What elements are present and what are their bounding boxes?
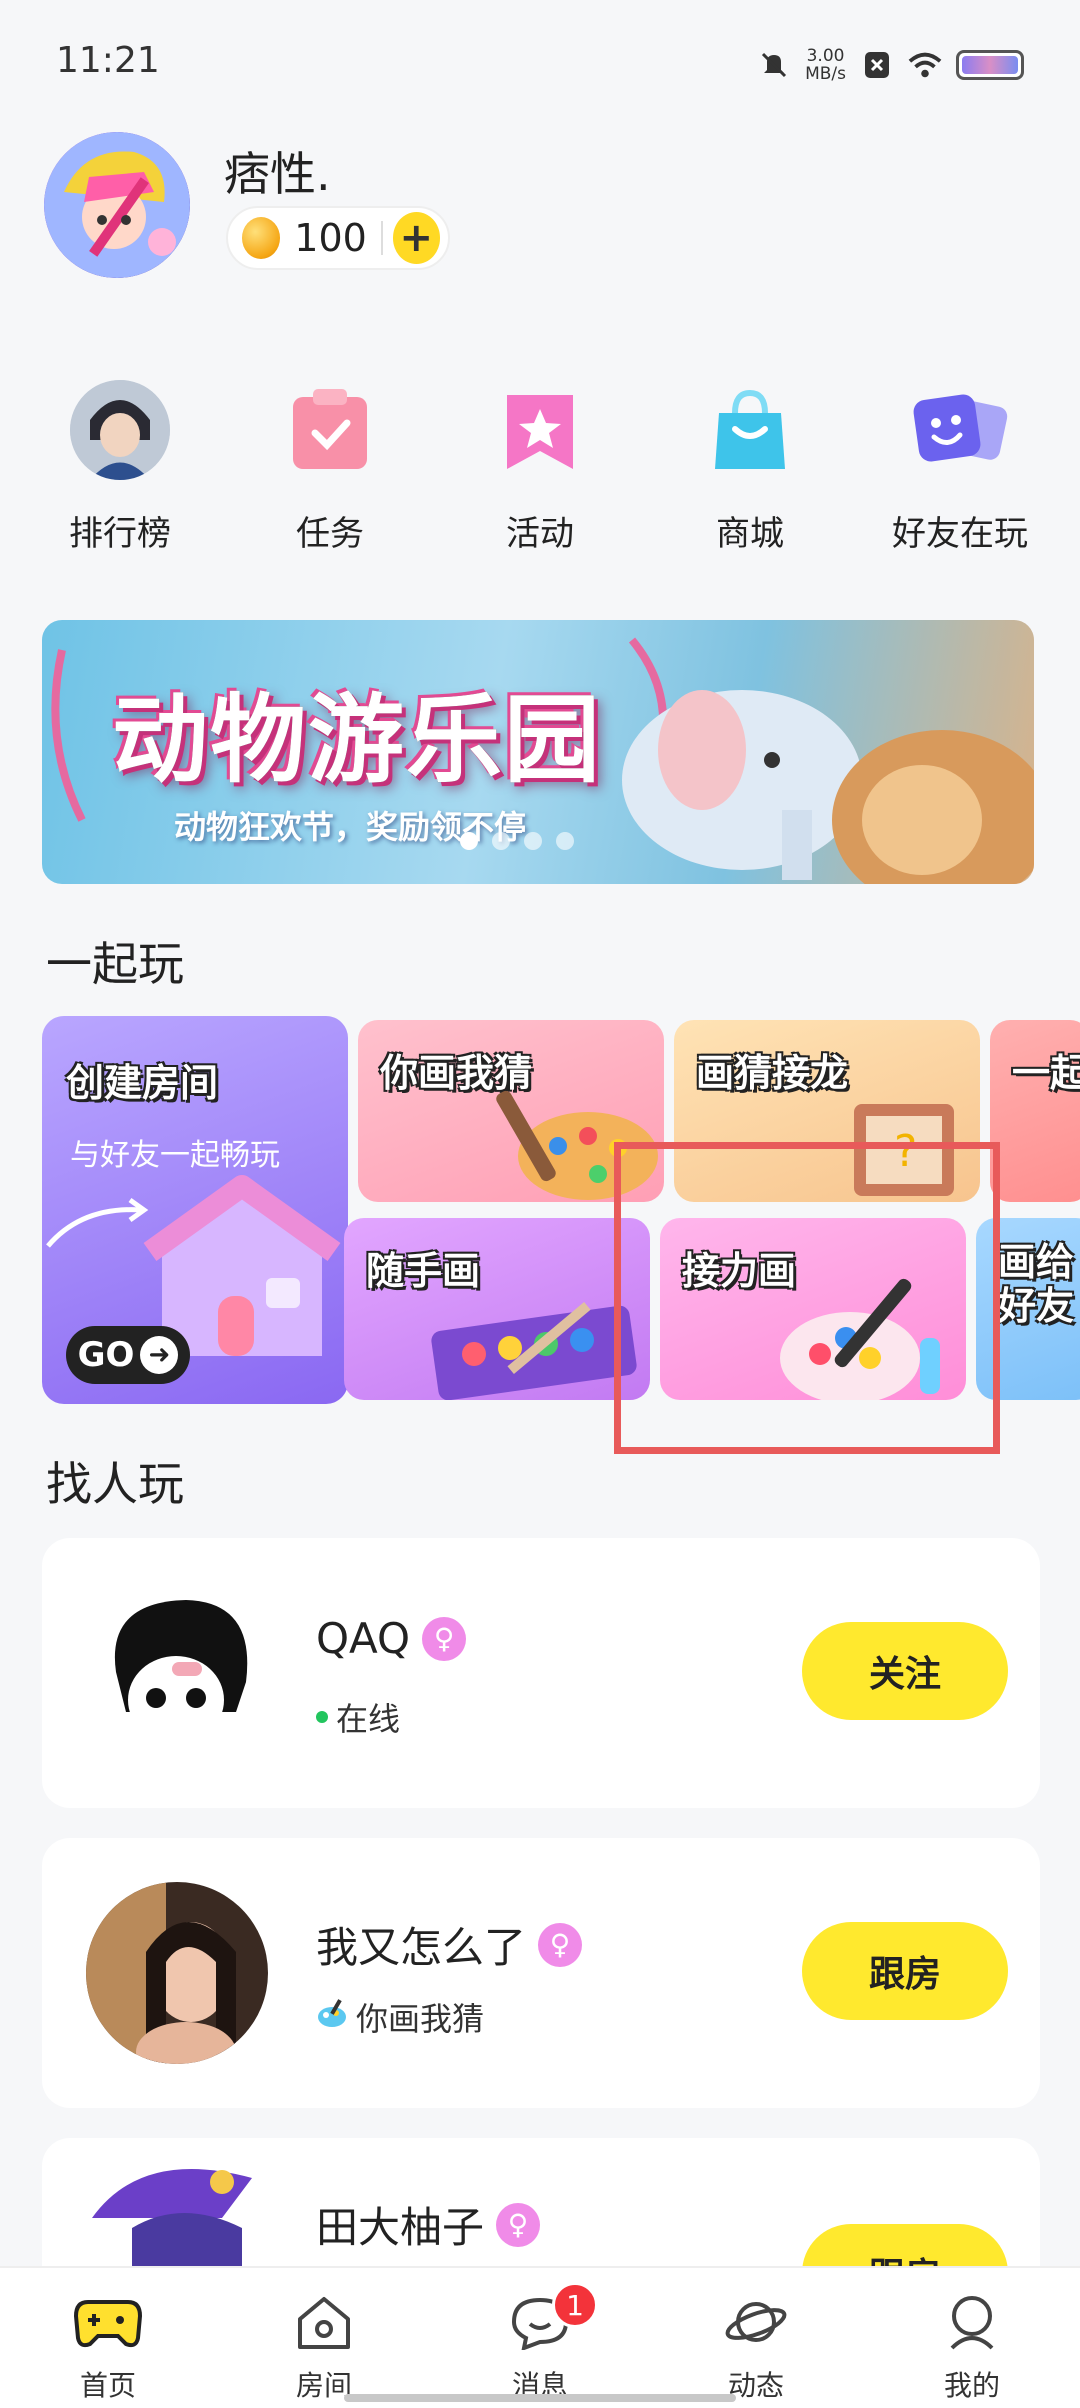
- game-card-together[interactable]: 一起: [990, 1020, 1080, 1202]
- status-time: 11:21: [56, 40, 160, 81]
- shop-icon: [700, 380, 800, 480]
- banner-title: 动物游乐园: [112, 684, 602, 796]
- nav-label: 首页: [79, 2369, 136, 2402]
- pagination-dot: [524, 832, 542, 850]
- create-room-title: 创建房间: [66, 1061, 219, 1105]
- bottom-nav: 首页 房间 1 消息 动态 我的: [0, 2266, 1080, 2408]
- quick-item-shop[interactable]: 商城: [660, 380, 840, 570]
- nav-item-home[interactable]: 首页: [8, 2268, 208, 2408]
- person-card[interactable]: 我又怎么了 ♀ 你画我猜 跟房: [42, 1838, 1040, 2108]
- person-name-text: QAQ: [316, 1614, 411, 1663]
- coin-icon: [242, 217, 281, 259]
- friends-playing-icon: [910, 380, 1010, 480]
- female-icon: ♀: [422, 1616, 467, 1661]
- unread-badge: 1: [552, 2282, 598, 2328]
- quick-item-activity[interactable]: 活动: [450, 380, 630, 570]
- go-button[interactable]: GO ➜: [66, 1326, 190, 1384]
- person-card[interactable]: QAQ ♀ 在线 关注: [42, 1538, 1040, 1808]
- quick-label: 好友在玩: [892, 514, 1028, 554]
- coin-divider: [380, 221, 383, 255]
- person-status-text: 在线: [336, 1700, 401, 1738]
- person-name: 我又怎么了 ♀: [316, 1914, 583, 1975]
- person-status-text: 你画我猜: [356, 2000, 485, 2038]
- user-avatar[interactable]: [44, 132, 190, 278]
- net-speed: 3.00 MB/s: [805, 47, 846, 83]
- nav-item-room[interactable]: 房间: [224, 2268, 424, 2408]
- person-name-text: 我又怎么了: [316, 1923, 527, 1972]
- highlight-box: [614, 1142, 1000, 1454]
- planet-icon: [722, 2288, 790, 2356]
- battery-icon: [956, 50, 1024, 80]
- coin-count: 100: [294, 216, 367, 260]
- add-coins-button[interactable]: +: [392, 212, 440, 264]
- gamepad-icon: [74, 2288, 142, 2356]
- quick-item-leaderboard[interactable]: 排行榜: [30, 380, 210, 570]
- pagination-dot: [460, 832, 478, 850]
- net-speed-unit: MB/s: [805, 64, 846, 84]
- banner-pagination: [460, 832, 574, 850]
- pagination-dot: [556, 832, 574, 850]
- person-avatar[interactable]: [86, 1582, 268, 1764]
- game-card-title: 画猜接龙: [696, 1051, 849, 1095]
- female-icon: ♀: [538, 1922, 583, 1967]
- person-status: 你画我猜: [316, 1994, 484, 2040]
- nav-item-messages[interactable]: 1 消息: [440, 2268, 640, 2408]
- home-indicator: [344, 2394, 736, 2402]
- nav-label: 动态: [727, 2369, 784, 2402]
- game-card-title: 一起: [1012, 1051, 1080, 1095]
- person-name-text: 田大柚子: [316, 2203, 485, 2252]
- follow-button[interactable]: 关注: [802, 1622, 1008, 1720]
- nav-item-feed[interactable]: 动态: [656, 2268, 856, 2408]
- activity-icon: [490, 380, 590, 480]
- section-title-play-together: 一起玩: [46, 937, 184, 991]
- net-speed-value: 3.00: [806, 46, 845, 66]
- sim-x-icon: [860, 48, 894, 82]
- profile-icon: [938, 2288, 1006, 2356]
- quick-label: 排行榜: [69, 514, 171, 554]
- online-dot-icon: [316, 1711, 328, 1723]
- quick-label: 活动: [506, 514, 574, 554]
- wifi-icon: [908, 48, 942, 82]
- person-status: 在线: [316, 1694, 400, 1740]
- house-icon: [290, 2288, 358, 2356]
- female-icon: ♀: [496, 2202, 541, 2247]
- game-card-title: 随手画: [366, 1249, 481, 1293]
- game-card-free-draw[interactable]: 随手画: [344, 1218, 650, 1400]
- game-card-title: 画给好友: [998, 1240, 1075, 1328]
- nav-label: 我的: [943, 2369, 1000, 2402]
- arrow-right-icon: ➜: [140, 1336, 179, 1374]
- game-mini-icon: [316, 1997, 348, 2037]
- task-icon: [280, 380, 380, 480]
- person-name: 田大柚子 ♀: [316, 2194, 541, 2255]
- leaderboard-avatar-icon: [70, 380, 170, 480]
- status-icons: 3.00 MB/s: [757, 40, 1024, 90]
- join-room-button[interactable]: 跟房: [802, 1922, 1008, 2020]
- quick-label: 任务: [296, 514, 364, 554]
- quick-menu: 排行榜 任务 活动 商城 好友在玩: [30, 380, 1050, 570]
- go-label: GO: [77, 1335, 135, 1375]
- quick-item-friends-playing[interactable]: 好友在玩: [870, 380, 1050, 570]
- create-room-card[interactable]: 创建房间 与好友一起畅玩 GO ➜: [42, 1016, 348, 1404]
- coin-balance[interactable]: 100 +: [226, 206, 450, 270]
- quick-item-task[interactable]: 任务: [240, 380, 420, 570]
- pagination-dot: [492, 832, 510, 850]
- nav-item-me[interactable]: 我的: [872, 2268, 1072, 2408]
- person-name: QAQ ♀: [316, 1614, 467, 1663]
- mute-bell-icon: [757, 48, 791, 82]
- status-bar: 11:21 3.00 MB/s: [0, 0, 1080, 120]
- person-avatar[interactable]: [86, 1882, 268, 2064]
- section-title-find-people: 找人玩: [46, 1457, 184, 1511]
- username: 痞性.: [224, 147, 331, 201]
- quick-label: 商城: [716, 514, 784, 554]
